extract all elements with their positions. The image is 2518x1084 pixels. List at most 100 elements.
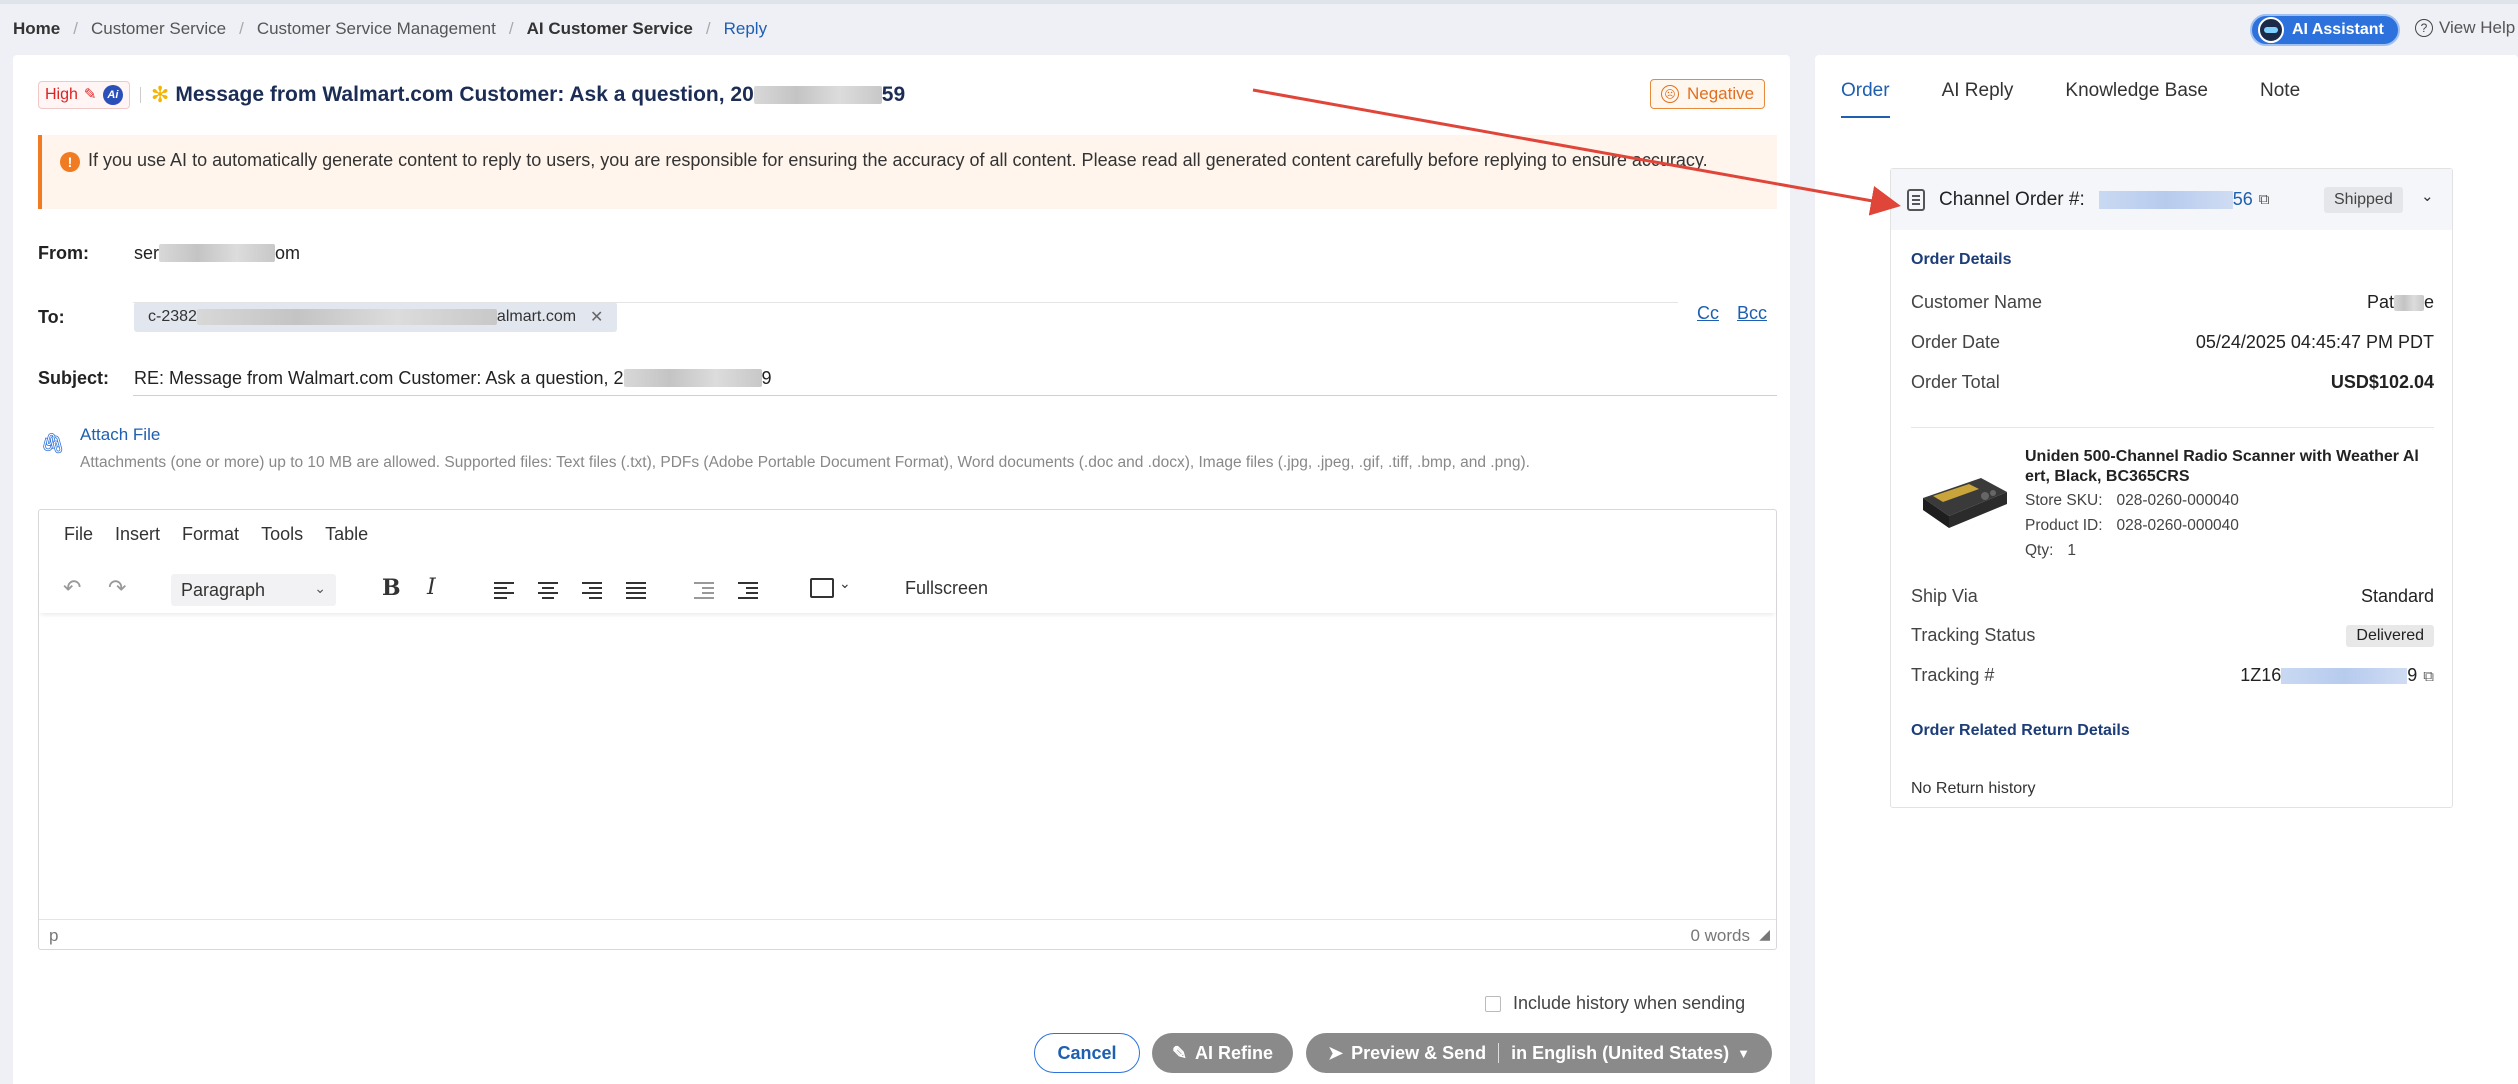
block-format-select[interactable]: Paragraph ⌄	[171, 574, 336, 606]
undo-icon[interactable]: ↶	[63, 575, 81, 601]
indent-icon[interactable]	[738, 582, 758, 599]
fullscreen-button[interactable]: Fullscreen	[905, 578, 988, 599]
table-chevron-icon[interactable]: ⌄	[839, 575, 851, 592]
align-center-icon[interactable]	[538, 582, 558, 599]
breadcrumb-separator: /	[73, 19, 78, 38]
table-icon[interactable]	[810, 578, 834, 598]
recipient-chip[interactable]: c-2382 almart.com ✕	[134, 302, 618, 332]
copy-icon[interactable]: ⧉	[2423, 668, 2434, 685]
sentiment-badge: ☹ Negative	[1650, 79, 1766, 109]
pen-icon: ✎	[83, 86, 97, 103]
align-left-icon[interactable]	[494, 582, 514, 599]
order-card: Channel Order #: 56 ⧉ Shipped ⌄ Order De…	[1890, 168, 2453, 808]
menu-format[interactable]: Format	[182, 524, 239, 545]
tracking-number-row: Tracking # 1Z16 9 ⧉	[1911, 665, 2434, 689]
block-format-value: Paragraph	[181, 579, 266, 600]
sad-face-icon: ☹	[1661, 85, 1679, 103]
order-card-header[interactable]: Channel Order #: 56 ⧉ Shipped ⌄	[1891, 169, 2452, 230]
breadcrumb-separator: /	[239, 19, 244, 38]
product-name[interactable]: Uniden 500-Channel Radio Scanner with We…	[2025, 447, 2430, 487]
to-field-underline	[133, 302, 1678, 303]
ai-assistant-button[interactable]: AI Assistant	[2250, 14, 2400, 46]
robot-icon	[2258, 17, 2284, 43]
product-id-label: Product ID:	[2025, 517, 2103, 534]
include-history-label: Include history when sending	[1513, 993, 1746, 1013]
redacted-block	[623, 369, 762, 387]
breadcrumb: Home / Customer Service / Customer Servi…	[13, 18, 767, 40]
view-help-label: View Help	[2439, 18, 2516, 37]
ship-via-row: Ship Via Standard	[1911, 586, 2434, 610]
from-label: From:	[38, 242, 89, 263]
breadcrumb-customer-service[interactable]: Customer Service	[91, 19, 226, 39]
bold-icon[interactable]: B	[382, 575, 401, 601]
sentiment-label: Negative	[1687, 84, 1755, 103]
qty-row: Qty: 1	[2025, 542, 2076, 560]
subject-field-prefix[interactable]: RE: Message from Walmart.com Customer: A…	[134, 368, 624, 389]
menu-file[interactable]: File	[64, 524, 93, 545]
ai-warning-text: If you use AI to automatically generate …	[88, 150, 1708, 170]
subject-label: Subject:	[38, 367, 110, 388]
tracking-status-row: Tracking Status Delivered	[1911, 625, 2434, 649]
attach-file-link[interactable]: Attach File	[80, 425, 160, 445]
redacted-block	[196, 309, 497, 325]
subject-field-suffix[interactable]: 9	[762, 368, 772, 389]
preview-send-button[interactable]: ➤ Preview & Send in English (United Stat…	[1306, 1033, 1772, 1073]
language-label[interactable]: in English (United States)	[1511, 1043, 1729, 1064]
tracking-number-link[interactable]: 1Z16 9 ⧉	[2240, 665, 2434, 686]
document-icon	[1907, 188, 1925, 211]
order-side-panel: Order AI Reply Knowledge Base Note Chann…	[1815, 55, 2518, 1084]
cc-link[interactable]: Cc	[1697, 303, 1719, 324]
breadcrumb-reply: Reply	[723, 19, 768, 38]
paperclip-icon: 🖇	[40, 433, 66, 455]
order-date-row: Order Date 05/24/2025 04:45:47 PM PDT	[1911, 332, 2434, 356]
redacted-block	[2393, 295, 2424, 312]
ai-refine-button[interactable]: ✎ AI Refine	[1152, 1033, 1293, 1073]
tracking-status-badge: Delivered	[2346, 625, 2434, 647]
menu-tools[interactable]: Tools	[261, 524, 303, 545]
editor-toolbar: ↶ ↷ Paragraph ⌄ B I ⌄ Fullscreen	[39, 565, 1776, 613]
bcc-link[interactable]: Bcc	[1737, 303, 1767, 324]
editor-body[interactable]	[39, 614, 1776, 919]
order-date-value: 05/24/2025 04:45:47 PM PDT	[2195, 332, 2434, 352]
tab-order[interactable]: Order	[1841, 80, 1890, 118]
justify-icon[interactable]	[626, 582, 646, 599]
menu-insert[interactable]: Insert	[115, 524, 160, 545]
tab-note[interactable]: Note	[2260, 80, 2300, 118]
message-title-prefix: Message from Walmart.com Customer: Ask a…	[175, 83, 754, 106]
include-history-checkbox[interactable]	[1485, 995, 1501, 1012]
to-row: To: c-2382 almart.com ✕	[38, 302, 618, 332]
cancel-button[interactable]: Cancel	[1034, 1033, 1140, 1073]
from-row: From: ser om	[38, 241, 300, 265]
customer-name-value: Pat e	[2367, 292, 2434, 313]
order-status-badge: Shipped	[2324, 187, 2403, 213]
caret-down-icon[interactable]: ▼	[1737, 1046, 1750, 1061]
align-right-icon[interactable]	[582, 582, 602, 599]
channel-order-suffix[interactable]: 56	[2233, 189, 2253, 210]
view-help-link[interactable]: ? View Help	[2415, 18, 2515, 38]
outdent-icon[interactable]	[694, 582, 714, 599]
italic-icon[interactable]: I	[427, 575, 436, 600]
redo-icon[interactable]: ↷	[108, 575, 126, 601]
resize-handle-icon[interactable]: ◢	[1759, 926, 1770, 943]
tab-ai-reply[interactable]: AI Reply	[1942, 80, 2014, 118]
breadcrumb-separator: /	[508, 19, 514, 38]
breadcrumb-ai-customer-service[interactable]: AI Customer Service	[527, 19, 693, 39]
remove-recipient-icon[interactable]: ✕	[590, 307, 603, 327]
attachments-hint: Attachments (one or more) up to 10 MB ar…	[80, 454, 1530, 471]
subject-field-underline	[133, 395, 1777, 396]
button-divider	[1498, 1043, 1500, 1063]
chevron-down-icon[interactable]: ⌄	[2421, 187, 2434, 205]
include-history-option[interactable]: Include history when sending	[1485, 993, 1745, 1014]
breadcrumb-cs-management[interactable]: Customer Service Management	[257, 19, 496, 39]
copy-icon[interactable]: ⧉	[2259, 191, 2270, 208]
menu-table[interactable]: Table	[325, 524, 368, 545]
breadcrumb-home[interactable]: Home	[13, 19, 60, 39]
word-count: 0 words	[1690, 926, 1750, 945]
tab-knowledge-base[interactable]: Knowledge Base	[2065, 80, 2208, 118]
no-return-history: No Return history	[1911, 780, 2036, 797]
recipient-prefix: c-2382	[148, 308, 197, 325]
redacted-block	[2098, 190, 2233, 209]
product-image	[1923, 478, 2007, 528]
breadcrumb-separator: /	[705, 19, 711, 38]
preview-send-label: Preview & Send	[1351, 1042, 1487, 1063]
